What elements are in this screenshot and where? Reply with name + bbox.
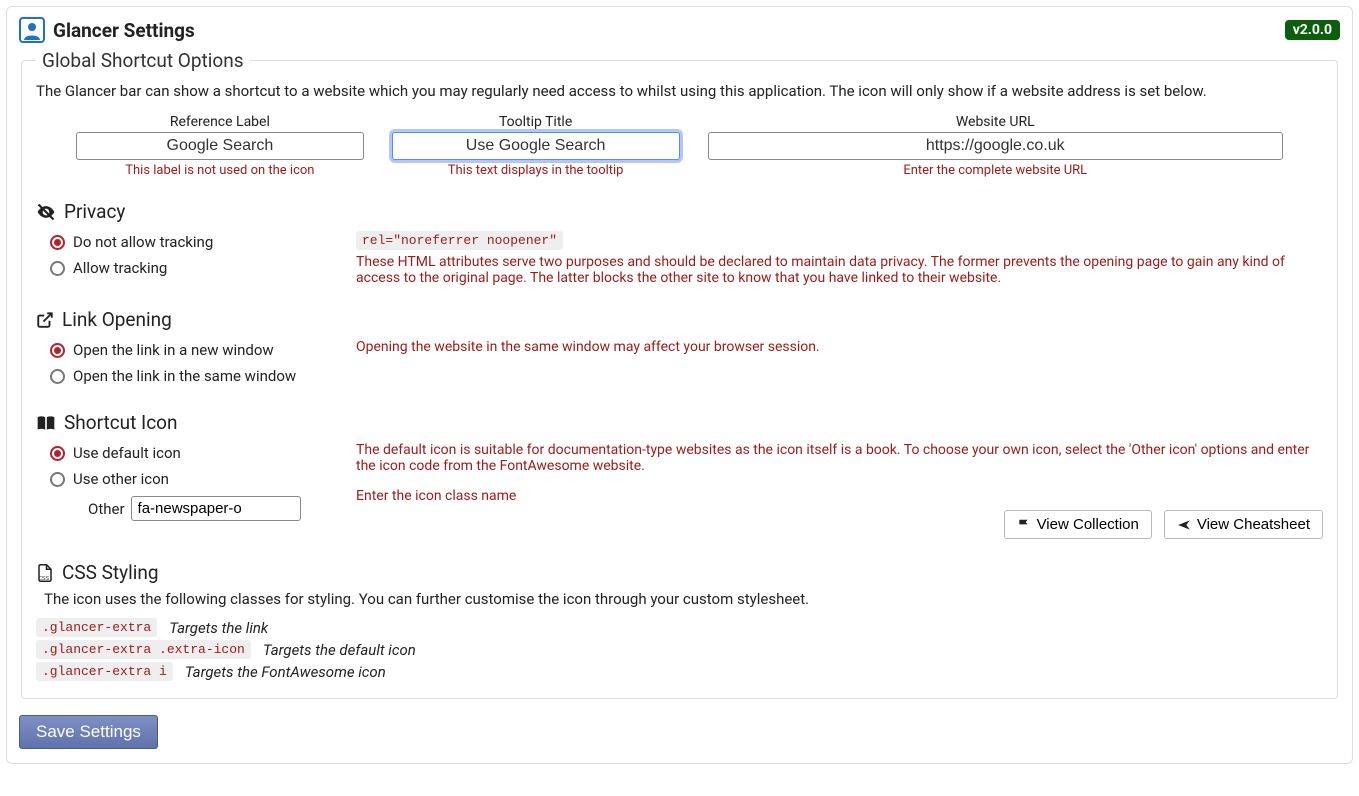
- css-row: .glancer-extra i Targets the FontAwesome…: [36, 662, 1323, 681]
- rel-code: rel="noreferrer noopener": [356, 231, 563, 250]
- view-collection-button[interactable]: View Collection: [1004, 510, 1152, 539]
- css-description: The icon uses the following classes for …: [44, 590, 1323, 608]
- shortcut-icon-heading: Shortcut Icon: [36, 411, 1323, 434]
- radio-default-icon[interactable]: Use default icon: [50, 440, 336, 466]
- radio-new-window[interactable]: Open the link in a new window: [50, 337, 336, 363]
- eye-slash-icon: [36, 202, 56, 222]
- radio-icon: [50, 261, 65, 276]
- radio-icon: [50, 472, 65, 487]
- link-opening-note: Opening the website in the same window m…: [356, 337, 1323, 355]
- tooltip-input[interactable]: [392, 132, 680, 160]
- version-badge: v2.0.0: [1285, 20, 1340, 40]
- css-file-icon: CSS: [36, 563, 54, 583]
- radio-icon: [50, 235, 65, 250]
- link-opening-heading: Link Opening: [36, 308, 1323, 331]
- intro-text: The Glancer bar can show a shortcut to a…: [36, 82, 1323, 100]
- settings-panel: Glancer Settings v2.0.0 Global Shortcut …: [6, 6, 1353, 764]
- other-icon-input[interactable]: [131, 496, 301, 521]
- panel-header: Glancer Settings v2.0.0: [19, 17, 1340, 43]
- book-icon: [36, 414, 56, 432]
- radio-other-icon[interactable]: Use other icon: [50, 466, 336, 492]
- radio-no-tracking[interactable]: Do not allow tracking: [50, 229, 336, 255]
- radio-icon: [50, 343, 65, 358]
- page-title: Glancer Settings: [53, 19, 195, 42]
- shortcut-icon-note: The default icon is suitable for documen…: [356, 442, 1323, 474]
- view-cheatsheet-button[interactable]: View Cheatsheet: [1164, 510, 1323, 539]
- save-settings-button[interactable]: Save Settings: [19, 715, 158, 749]
- external-link-icon: [36, 311, 54, 329]
- tooltip-hint: This text displays in the tooltip: [392, 163, 680, 178]
- url-label: Website URL: [708, 114, 1284, 130]
- privacy-note: These HTML attributes serve two purposes…: [356, 254, 1323, 286]
- flag-icon: [1017, 518, 1031, 532]
- glancer-logo-icon: [19, 17, 45, 43]
- url-hint: Enter the complete website URL: [708, 163, 1284, 178]
- tooltip-label: Tooltip Title: [392, 114, 680, 130]
- url-input[interactable]: [708, 132, 1284, 160]
- reference-hint: This label is not used on the icon: [76, 163, 364, 178]
- radio-icon: [50, 446, 65, 461]
- css-row: .glancer-extra Targets the link: [36, 618, 1323, 637]
- css-styling-heading: CSS CSS Styling: [36, 561, 1323, 584]
- fieldset-legend: Global Shortcut Options: [36, 49, 250, 72]
- global-shortcut-fieldset: Global Shortcut Options The Glancer bar …: [21, 49, 1338, 699]
- svg-text:CSS: CSS: [38, 575, 49, 581]
- css-row: .glancer-extra .extra-icon Targets the d…: [36, 640, 1323, 659]
- radio-same-window[interactable]: Open the link in the same window: [50, 363, 336, 389]
- reference-label: Reference Label: [76, 114, 364, 130]
- other-label: Other: [88, 500, 125, 518]
- plane-icon: [1177, 518, 1191, 532]
- reference-input[interactable]: [76, 132, 364, 160]
- radio-icon: [50, 369, 65, 384]
- radio-allow-tracking[interactable]: Allow tracking: [50, 255, 336, 281]
- privacy-heading: Privacy: [36, 200, 1323, 223]
- icon-class-note: Enter the icon class name: [356, 488, 1323, 504]
